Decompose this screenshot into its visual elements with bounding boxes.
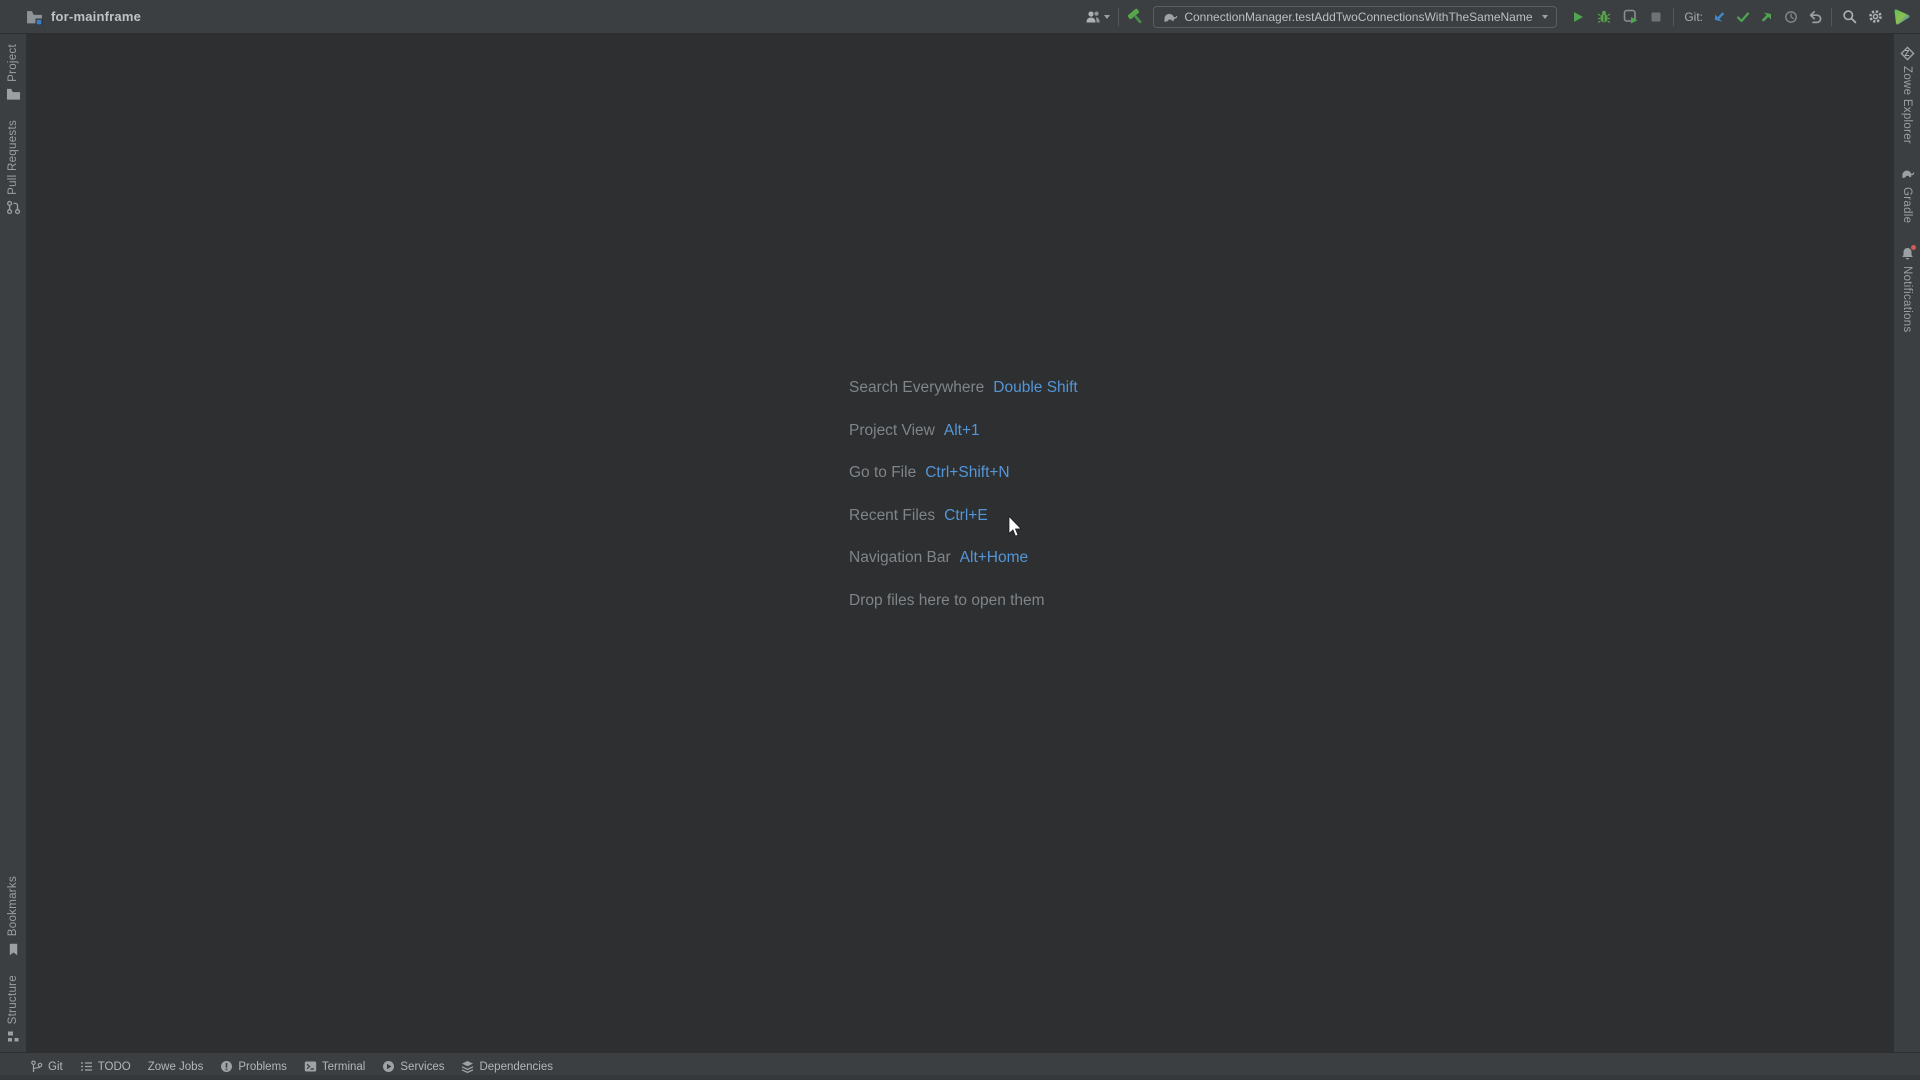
update-arrow-icon xyxy=(1712,10,1726,24)
debug-bug-icon xyxy=(1597,10,1611,24)
shortcut-row: Project View Alt+1 xyxy=(849,422,1078,465)
shortcut-row: Go to File Ctrl+Shift+N xyxy=(849,464,1078,507)
git-history-button[interactable] xyxy=(1779,5,1803,29)
tool-button-gradle[interactable]: Gradle xyxy=(1900,167,1915,223)
users-icon xyxy=(1084,9,1102,25)
terminal-icon xyxy=(304,1060,317,1073)
folder-icon xyxy=(6,87,21,102)
structure-icon xyxy=(6,1029,21,1044)
tool-button-bookmarks[interactable]: Bookmarks xyxy=(6,876,21,956)
tool-button-notifications[interactable]: Notifications xyxy=(1900,246,1915,333)
settings-button[interactable] xyxy=(1862,5,1888,29)
tool-button-todo[interactable]: TODO xyxy=(80,1060,131,1073)
run-play-icon xyxy=(1571,10,1585,24)
problems-icon xyxy=(220,1060,233,1073)
toolbar-separator xyxy=(1673,8,1674,26)
dependencies-icon xyxy=(461,1060,474,1073)
shortcut-row: Search Everywhere Double Shift xyxy=(849,379,1078,422)
title-bar: for-mainframe ConnectionManager.testAddT… xyxy=(0,0,1920,34)
ide-window: for-mainframe ConnectionManager.testAddT… xyxy=(0,0,1920,1080)
undo-icon xyxy=(1808,10,1822,24)
tool-button-pull-requests[interactable]: Pull Requests xyxy=(6,120,21,215)
gear-icon xyxy=(1868,9,1883,24)
services-icon xyxy=(382,1060,395,1073)
right-tool-stripe: Z Zowe Explorer Gradle Notifications xyxy=(1893,34,1920,1052)
project-folder-icon xyxy=(26,9,43,25)
shortcut-row: Navigation Bar Alt+Home xyxy=(849,549,1078,592)
git-update-project-button[interactable] xyxy=(1707,5,1731,29)
git-rollback-button[interactable] xyxy=(1803,5,1827,29)
tool-button-zowe-explorer[interactable]: Z Zowe Explorer xyxy=(1900,46,1915,144)
toolbar-separator xyxy=(1831,8,1832,26)
git-branch-icon xyxy=(30,1060,43,1073)
profiler-button[interactable] xyxy=(1617,5,1643,29)
build-project-button[interactable] xyxy=(1123,5,1149,29)
profiler-icon xyxy=(1623,9,1638,24)
code-with-me-users-button[interactable] xyxy=(1080,5,1114,29)
tool-button-services[interactable]: Services xyxy=(382,1060,444,1073)
chevron-down-icon xyxy=(1104,15,1110,19)
git-push-button[interactable] xyxy=(1755,5,1779,29)
notification-badge xyxy=(1911,245,1916,250)
stop-icon xyxy=(1650,11,1662,23)
project-title: for-mainframe xyxy=(51,9,141,24)
debug-button[interactable] xyxy=(1591,5,1617,29)
tool-button-structure[interactable]: Structure xyxy=(6,975,21,1044)
chevron-down-icon xyxy=(1542,15,1548,19)
git-label: Git: xyxy=(1678,10,1707,24)
tool-button-project[interactable]: Project xyxy=(6,44,21,102)
tool-button-terminal[interactable]: Terminal xyxy=(304,1060,365,1073)
shortcut-row: Recent Files Ctrl+E xyxy=(849,507,1078,550)
todo-list-icon xyxy=(80,1060,93,1073)
tool-button-zowe-jobs[interactable]: Zowe Jobs xyxy=(148,1061,204,1073)
bookmark-icon xyxy=(6,942,21,957)
stop-button[interactable] xyxy=(1643,5,1669,29)
mouse-cursor xyxy=(1005,516,1025,538)
editor-empty-area: Search Everywhere Double Shift Project V… xyxy=(27,34,1893,1052)
toolbar-separator xyxy=(1118,8,1119,26)
pull-request-icon xyxy=(6,200,21,215)
drop-files-hint: Drop files here to open them xyxy=(849,592,1078,635)
hammer-icon xyxy=(1127,8,1145,26)
gradle-icon xyxy=(1900,167,1915,182)
colorful-triangle-icon xyxy=(1892,7,1911,26)
search-everywhere-button[interactable] xyxy=(1836,5,1862,29)
run-configuration-select[interactable]: ConnectionManager.testAddTwoConnectionsW… xyxy=(1153,6,1557,28)
tool-button-git[interactable]: Git xyxy=(30,1060,63,1073)
bottom-tool-bar: Git TODO Zowe Jobs Problems Terminal Ser… xyxy=(0,1052,1920,1080)
notifications-bell-icon xyxy=(1900,246,1915,261)
push-arrow-icon xyxy=(1760,10,1774,24)
gradle-icon xyxy=(1162,10,1178,24)
keyboard-shortcuts-panel: Search Everywhere Double Shift Project V… xyxy=(849,379,1078,634)
run-configuration-name: ConnectionManager.testAddTwoConnectionsW… xyxy=(1184,10,1536,24)
commit-check-icon xyxy=(1736,10,1750,24)
run-button[interactable] xyxy=(1565,5,1591,29)
tool-button-problems[interactable]: Problems xyxy=(220,1060,287,1073)
clock-icon xyxy=(1784,10,1798,24)
zowe-explorer-icon: Z xyxy=(1900,46,1915,61)
tool-button-dependencies[interactable]: Dependencies xyxy=(461,1060,553,1073)
search-icon xyxy=(1842,9,1857,24)
git-commit-button[interactable] xyxy=(1731,5,1755,29)
ide-features-button[interactable] xyxy=(1888,5,1914,29)
left-tool-stripe: Project Pull Requests Bookmarks Structur… xyxy=(0,34,27,1052)
